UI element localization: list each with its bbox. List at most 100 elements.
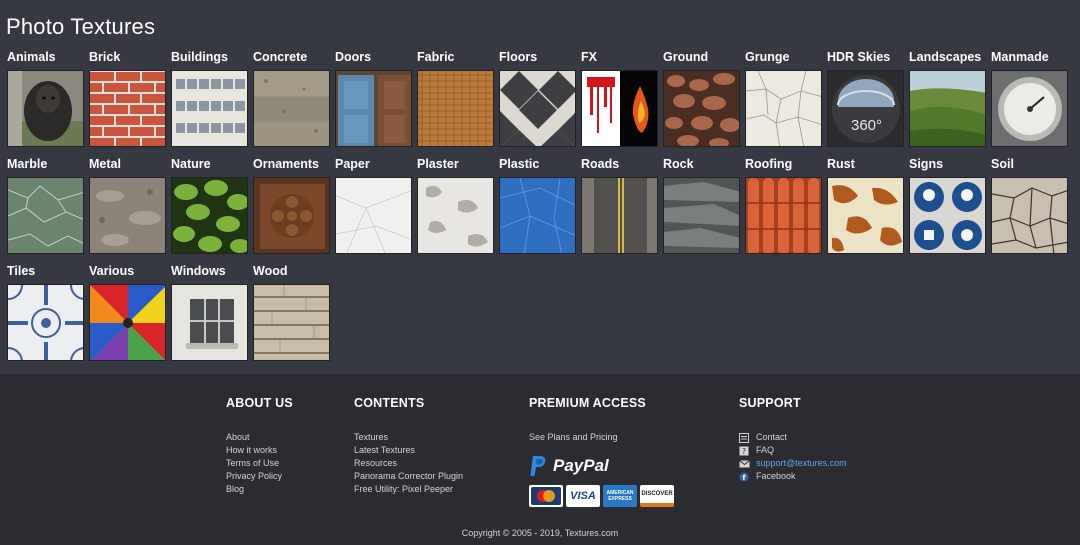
category-tiles[interactable]: Tiles	[7, 264, 85, 364]
signs-thumbnail[interactable]	[909, 177, 986, 254]
category-label: Various	[89, 264, 135, 278]
metal-thumbnail[interactable]	[89, 177, 166, 254]
fabric-thumbnail[interactable]	[417, 70, 494, 147]
roads-thumbnail[interactable]	[581, 177, 658, 254]
fx-thumbnail[interactable]	[581, 70, 658, 147]
category-label: Ornaments	[253, 157, 319, 171]
category-metal[interactable]: Metal	[89, 157, 167, 257]
category-plaster[interactable]: Plaster	[417, 157, 495, 257]
rust-thumbnail[interactable]	[827, 177, 904, 254]
category-floors[interactable]: Floors	[499, 50, 577, 150]
category-brick[interactable]: Brick	[89, 50, 167, 150]
category-landscapes[interactable]: Landscapes	[909, 50, 987, 150]
category-roads[interactable]: Roads	[581, 157, 659, 257]
paypal-icon	[530, 456, 546, 476]
svg-text:?: ?	[742, 447, 746, 456]
category-rust[interactable]: Rust	[827, 157, 905, 257]
grunge-thumbnail[interactable]	[745, 70, 822, 147]
category-fx[interactable]: FX	[581, 50, 659, 150]
plaster-thumbnail[interactable]	[417, 177, 494, 254]
category-label: Signs	[909, 157, 944, 171]
windows-thumbnail[interactable]	[171, 284, 248, 361]
footer-link-terms[interactable]: Terms of Use	[226, 457, 293, 470]
footer-link-latest-textures[interactable]: Latest Textures	[354, 444, 463, 457]
hdr-360-badge: 360°	[850, 117, 883, 134]
footer-link-privacy[interactable]: Privacy Policy	[226, 470, 293, 483]
footer-link-plans-pricing[interactable]: See Plans and Pricing	[529, 431, 674, 444]
footer-about-column: ABOUT US About How it works Terms of Use…	[226, 396, 293, 496]
soil-thumbnail[interactable]	[991, 177, 1068, 254]
support-contact-row[interactable]: Contact	[739, 431, 847, 444]
paypal-wordmark: PayPal	[553, 456, 609, 475]
support-facebook-row[interactable]: f Facebook	[739, 470, 847, 483]
roofing-thumbnail[interactable]	[745, 177, 822, 254]
category-label: Roads	[581, 157, 620, 171]
support-email-link[interactable]: support@textures.com	[756, 457, 847, 470]
category-buildings[interactable]: Buildings	[171, 50, 249, 150]
visa-icon: VISA	[566, 485, 600, 507]
category-rock[interactable]: Rock	[663, 157, 741, 257]
concrete-thumbnail[interactable]	[253, 70, 330, 147]
footer-link-about[interactable]: About	[226, 431, 293, 444]
category-concrete[interactable]: Concrete	[253, 50, 331, 150]
footer-link-how-it-works[interactable]: How it works	[226, 444, 293, 457]
nature-thumbnail[interactable]	[171, 177, 248, 254]
category-ground[interactable]: Ground	[663, 50, 741, 150]
landscapes-thumbnail[interactable]	[909, 70, 986, 147]
category-doors[interactable]: Doors	[335, 50, 413, 150]
category-roofing[interactable]: Roofing	[745, 157, 823, 257]
category-label: Windows	[171, 264, 226, 278]
brick-thumbnail[interactable]	[89, 70, 166, 147]
category-marble[interactable]: Marble	[7, 157, 85, 257]
wood-thumbnail[interactable]	[253, 284, 330, 361]
category-paper[interactable]: Paper	[335, 157, 413, 257]
category-manmade[interactable]: Manmade	[991, 50, 1069, 150]
buildings-thumbnail[interactable]	[171, 70, 248, 147]
category-grunge[interactable]: Grunge	[745, 50, 823, 150]
floors-thumbnail[interactable]	[499, 70, 576, 147]
various-thumbnail[interactable]	[89, 284, 166, 361]
footer-link-resources[interactable]: Resources	[354, 457, 463, 470]
discover-icon: DISCOVER	[640, 485, 674, 507]
footer: ABOUT US About How it works Terms of Use…	[0, 374, 1080, 545]
marble-thumbnail[interactable]	[7, 177, 84, 254]
category-windows[interactable]: Windows	[171, 264, 249, 364]
ornaments-thumbnail[interactable]	[253, 177, 330, 254]
category-label: Fabric	[417, 50, 455, 64]
support-email-row[interactable]: support@textures.com	[739, 457, 847, 470]
paper-thumbnail[interactable]	[335, 177, 412, 254]
category-signs[interactable]: Signs	[909, 157, 987, 257]
category-ornaments[interactable]: Ornaments	[253, 157, 331, 257]
category-label: Paper	[335, 157, 370, 171]
category-nature[interactable]: Nature	[171, 157, 249, 257]
manmade-thumbnail[interactable]	[991, 70, 1068, 147]
category-fabric[interactable]: Fabric	[417, 50, 495, 150]
footer-link-blog[interactable]: Blog	[226, 483, 293, 496]
support-faq-link[interactable]: FAQ	[756, 444, 774, 457]
footer-link-pixel-peeper[interactable]: Free Utility: Pixel Peeper	[354, 483, 463, 496]
faq-icon: ?	[739, 446, 749, 456]
category-soil[interactable]: Soil	[991, 157, 1069, 257]
plastic-thumbnail[interactable]	[499, 177, 576, 254]
page-title: Photo Textures	[6, 14, 156, 39]
support-contact-link[interactable]: Contact	[756, 431, 787, 444]
doors-thumbnail[interactable]	[335, 70, 412, 147]
tiles-thumbnail[interactable]	[7, 284, 84, 361]
content-area: Photo Textures Animals Brick Buildings C…	[0, 0, 1080, 374]
category-hdr-skies[interactable]: HDR Skies 360°	[827, 50, 905, 150]
footer-link-textures[interactable]: Textures	[354, 431, 463, 444]
support-facebook-link[interactable]: Facebook	[756, 470, 796, 483]
footer-contents-column: CONTENTS Textures Latest Textures Resour…	[354, 396, 463, 496]
rock-thumbnail[interactable]	[663, 177, 740, 254]
ground-thumbnail[interactable]	[663, 70, 740, 147]
footer-link-panorama-plugin[interactable]: Panorama Corrector Plugin	[354, 470, 463, 483]
category-label: FX	[581, 50, 597, 64]
category-plastic[interactable]: Plastic	[499, 157, 577, 257]
category-various[interactable]: Various	[89, 264, 167, 364]
category-animals[interactable]: Animals	[7, 50, 85, 150]
support-faq-row[interactable]: ? FAQ	[739, 444, 847, 457]
category-wood[interactable]: Wood	[253, 264, 331, 364]
category-label: Tiles	[7, 264, 36, 278]
hdr-skies-thumbnail[interactable]: 360°	[827, 70, 904, 147]
animals-thumbnail[interactable]	[7, 70, 84, 147]
